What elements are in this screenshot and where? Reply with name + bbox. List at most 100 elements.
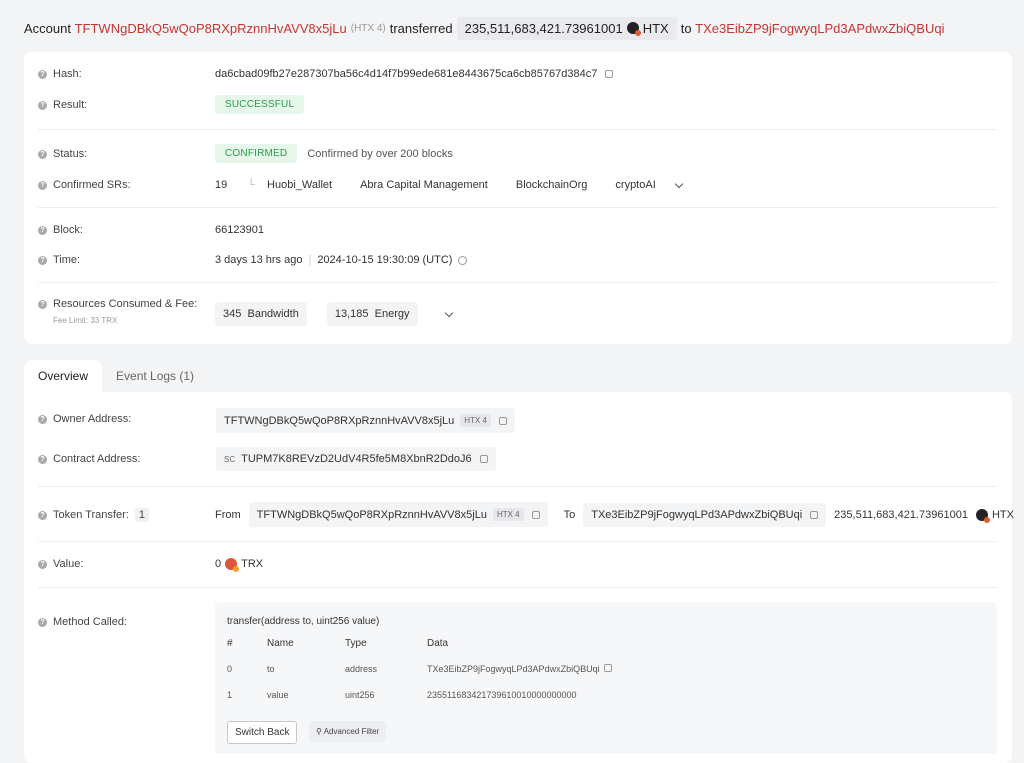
detail-tabs: Overview Event Logs (1)	[24, 360, 208, 392]
result-badge: SUCCESSFUL	[215, 95, 305, 114]
owner-label: Owner Address:	[53, 413, 132, 425]
contract-label: Contract Address:	[53, 453, 141, 465]
help-icon[interactable]: ?	[38, 100, 47, 110]
row-type: address	[345, 664, 378, 674]
owner-address-chip: TFTWNgDBkQ5wQoP8RXpRznnHvAVV8x5jLu HTX 4	[216, 408, 515, 433]
sr-item[interactable]: cryptoAI	[615, 179, 655, 191]
help-icon[interactable]: ?	[38, 69, 47, 79]
advanced-filter-label: Advanced Filter	[323, 727, 380, 736]
row-name: to	[267, 664, 275, 674]
header-from-tag: (HTX 4)	[350, 22, 386, 34]
energy-chip: 13,185 Energy	[326, 302, 418, 326]
resources-label-block: ? Resources Consumed & Fee: Fee Limit: 33…	[38, 298, 197, 325]
contract-address-link[interactable]: TUPM7K8REVzD2UdV4R5fe5M8XbnR2DdoJ6	[241, 453, 472, 465]
bandwidth-label: Bandwidth	[247, 308, 299, 320]
col-header-name: Name	[267, 638, 294, 649]
bandwidth-chip: 345 Bandwidth	[215, 302, 307, 326]
owner-label-wrap: ? Owner Address:	[38, 413, 131, 425]
copy-icon[interactable]	[604, 664, 613, 672]
overview-card: ? Owner Address: TFTWNgDBkQ5wQoP8RXpRznnH…	[24, 392, 1014, 763]
transfer-from-chip: TFTWNgDBkQ5wQoP8RXpRznnHvAVV8x5jLu HTX 4	[248, 502, 548, 527]
block-label: Block:	[53, 224, 83, 236]
header-verb: transferred	[389, 20, 453, 36]
help-icon[interactable]: ?	[38, 255, 47, 265]
header-token[interactable]: HTX	[643, 21, 669, 36]
help-icon[interactable]: ?	[38, 149, 47, 159]
copy-icon[interactable]	[531, 510, 540, 519]
value-number: 0	[215, 558, 222, 570]
chevron-down-icon[interactable]	[674, 179, 684, 188]
row-data[interactable]: TXe3EibZP9jFogwyqLPd3APdwxZbiQBUqi	[427, 664, 600, 674]
tab-overview[interactable]: Overview	[24, 360, 103, 392]
sr-item[interactable]: Abra Capital Management	[360, 179, 488, 191]
fee-limit-note: Fee Limit: 33 TRX	[53, 316, 118, 325]
row-data: 235511683421739610010000000000	[427, 690, 577, 700]
row-index: 1	[227, 690, 233, 700]
help-icon[interactable]: ?	[38, 617, 47, 627]
chevron-down-icon[interactable]	[444, 308, 453, 317]
sr-list: Huobi_Wallet Abra Capital Management Blo…	[267, 179, 656, 191]
owner-address-link[interactable]: TFTWNgDBkQ5wQoP8RXpRznnHvAVV8x5jLu	[224, 415, 454, 427]
transfer-token-link[interactable]: HTX	[992, 509, 1014, 521]
bandwidth-number: 345	[223, 308, 242, 320]
method-label: Method Called:	[53, 616, 127, 628]
status-badge: CONFIRMED	[215, 144, 298, 163]
help-icon[interactable]: ?	[38, 454, 47, 464]
help-icon[interactable]: ?	[38, 180, 47, 190]
copy-icon[interactable]	[479, 455, 488, 463]
block-value-link[interactable]: 66123901	[215, 224, 264, 236]
srs-label-wrap: ? Confirmed SRs:	[38, 179, 131, 191]
help-icon[interactable]: ?	[38, 510, 47, 520]
htx-token-icon	[975, 508, 990, 523]
contract-label-wrap: ? Contract Address:	[38, 453, 140, 465]
tab-event-logs[interactable]: Event Logs (1)	[102, 360, 208, 392]
switch-back-button[interactable]: Switch Back	[227, 721, 298, 744]
header-from-address-link[interactable]: TFTWNgDBkQ5wQoP8RXpRznnHvAVV8x5jLu	[75, 21, 347, 36]
hash-value-row: da6cbad09fb27e287307ba56c4d14f7b99ede681…	[215, 68, 614, 80]
time-ago: 3 days 13 hrs ago	[215, 254, 303, 266]
copy-icon[interactable]	[498, 416, 507, 425]
row-data-wrap: TXe3EibZP9jFogwyqLPd3APdwxZbiQBUqi	[427, 664, 613, 674]
header-amount-chip: 235,511,683,421.73961001 HTX	[456, 16, 677, 40]
help-icon[interactable]: ?	[38, 559, 47, 569]
transfer-amount: 235,511,683,421.73961001	[834, 508, 968, 521]
transfer-count: 1	[134, 508, 149, 522]
transfer-label: Token Transfer:	[53, 509, 129, 521]
trx-token-icon	[225, 558, 240, 572]
hash-label: Hash:	[53, 68, 82, 80]
transfer-to-link[interactable]: TXe3EibZP9jFogwyqLPd3APdwxZbiQBUqi	[591, 509, 802, 521]
status-label: Status:	[53, 148, 88, 160]
clock-icon[interactable]	[458, 255, 468, 265]
block-label-wrap: ? Block:	[38, 224, 83, 236]
divider	[38, 587, 998, 588]
filter-icon: ⚲	[316, 727, 322, 736]
copy-icon[interactable]	[810, 510, 819, 519]
owner-tag: HTX 4	[460, 414, 491, 427]
contract-prefix: SC	[224, 454, 236, 464]
tree-branch-icon: └	[247, 179, 256, 191]
help-icon[interactable]: ?	[38, 299, 47, 309]
help-icon[interactable]: ?	[38, 225, 47, 235]
help-icon[interactable]: ?	[38, 414, 47, 424]
resources-label: Resources Consumed & Fee:	[53, 298, 198, 310]
col-header-data: Data	[427, 638, 449, 649]
divider	[38, 129, 998, 130]
sr-item[interactable]: Huobi_Wallet	[267, 179, 332, 191]
srs-label: Confirmed SRs:	[53, 179, 131, 191]
value-label: Value:	[53, 558, 84, 570]
divider	[38, 541, 998, 542]
row-name: value	[267, 690, 289, 700]
sr-item[interactable]: BlockchainOrg	[516, 179, 588, 191]
from-word: From	[215, 508, 241, 521]
header-to-word: to	[680, 20, 692, 36]
to-word: To	[563, 508, 576, 521]
row-index: 0	[227, 664, 233, 674]
copy-icon[interactable]	[605, 70, 614, 78]
transfer-from-link[interactable]: TFTWNgDBkQ5wQoP8RXpRznnHvAVV8x5jLu	[257, 509, 487, 521]
energy-label: Energy	[374, 308, 410, 320]
header-prefix: Account	[24, 20, 71, 36]
result-label-wrap: ? Result:	[38, 99, 87, 111]
header-to-address-link[interactable]: TXe3EibZP9jFogwyqLPd3APdwxZbiQBUqi	[695, 21, 944, 36]
method-label-wrap: ? Method Called:	[38, 616, 127, 628]
advanced-filter-button[interactable]: ⚲ Advanced Filter	[309, 721, 387, 742]
